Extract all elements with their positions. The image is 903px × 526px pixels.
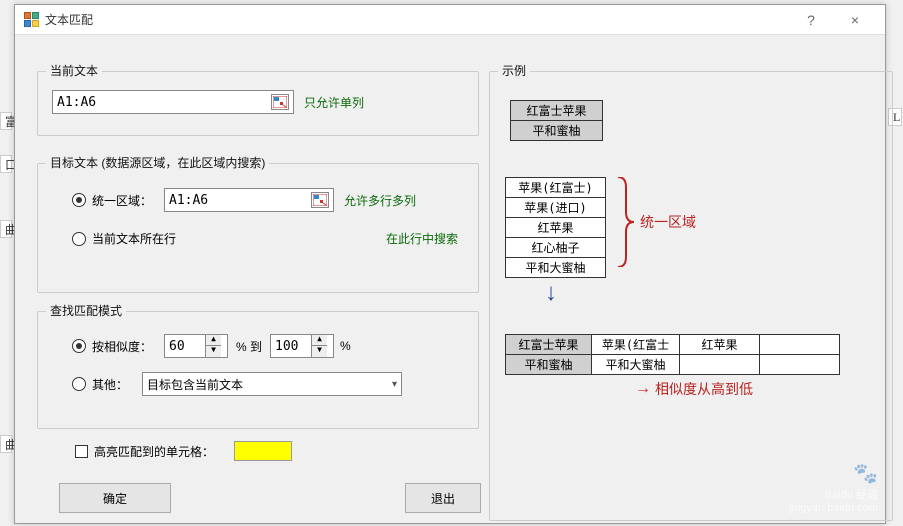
table-cell	[760, 335, 840, 355]
spin-down-icon[interactable]: ▼	[206, 346, 221, 357]
range-picker-icon[interactable]	[311, 192, 329, 208]
current-hint: 只允许单列	[304, 94, 364, 111]
current-range-input[interactable]: A1:A6	[52, 90, 294, 114]
example-top-table: 红富士苹果 平和蜜柚	[510, 100, 603, 141]
window-title: 文本匹配	[45, 11, 789, 28]
chevron-down-icon: ▾	[392, 379, 397, 390]
paw-icon: 🐾	[789, 461, 878, 486]
percent-label: %	[340, 339, 351, 353]
exit-button[interactable]: 退出	[405, 483, 481, 513]
table-cell: 红心柚子	[506, 238, 606, 258]
brace-icon	[616, 177, 636, 267]
table-cell: 平和蜜柚	[506, 355, 592, 375]
radio-unified-region[interactable]	[72, 193, 86, 207]
sim-to-label: % 到	[236, 338, 262, 355]
watermark-brand: Baidu 经验	[789, 486, 878, 502]
similarity-arrow-label: 相似度从高到低	[655, 379, 753, 399]
table-cell: 平和大蜜柚	[592, 355, 680, 375]
similarity-arrow: → 相似度从高到低	[635, 379, 753, 399]
example-group: 示例 红富士苹果 平和蜜柚 苹果(红富士) 苹果(进口) 红苹果 红心柚子 平和…	[489, 71, 893, 521]
titlebar[interactable]: 文本匹配 ? ×	[15, 5, 885, 35]
table-cell: 红苹果	[506, 218, 606, 238]
highlight-color-swatch[interactable]	[234, 441, 292, 461]
range-picker-icon[interactable]	[271, 94, 289, 110]
help-button[interactable]: ?	[789, 6, 833, 34]
watermark: 🐾 Baidu 经验 jingyan.baidu.com	[789, 461, 878, 514]
table-cell: 红富士苹果	[506, 335, 592, 355]
arrow-down-icon: ↓	[545, 279, 557, 307]
spin-down-icon[interactable]: ▼	[312, 346, 327, 357]
example-mid-table: 苹果(红富士) 苹果(进口) 红苹果 红心柚子 平和大蜜柚	[505, 177, 606, 278]
unified-range-value: A1:A6	[169, 193, 208, 208]
table-cell: 苹果(红富士)	[506, 178, 606, 198]
ok-button[interactable]: 确定	[59, 483, 171, 513]
radio-similarity[interactable]	[72, 339, 86, 353]
match-mode-group: 查找匹配模式 按相似度： ▲▼ % 到 ▲▼ % 其他： 目标	[37, 311, 479, 429]
similarity-to-input[interactable]	[271, 339, 311, 354]
other-mode-select[interactable]: 目标包含当前文本 ▾	[142, 372, 402, 396]
radio-other[interactable]	[72, 377, 86, 391]
app-icon	[23, 12, 39, 28]
text-match-dialog: 文本匹配 ? × 当前文本 A1:A6 只允许单列 目标文本 (数据源区域，在此…	[14, 4, 886, 524]
table-cell	[760, 355, 840, 375]
table-cell: 苹果(进口)	[506, 198, 606, 218]
match-mode-legend: 查找匹配模式	[46, 302, 126, 319]
brace-label: 统一区域	[640, 212, 696, 232]
highlight-label: 高亮匹配到的单元格：	[94, 443, 214, 460]
target-text-legend: 目标文本 (数据源区域，在此区域内搜索)	[46, 154, 269, 171]
dialog-content: 当前文本 A1:A6 只允许单列 目标文本 (数据源区域，在此区域内搜索) 统一…	[15, 35, 885, 523]
radio-current-row-label: 当前文本所在行	[92, 230, 176, 247]
close-button[interactable]: ×	[833, 6, 877, 34]
example-result-table: 红富士苹果 苹果(红富士 红苹果 平和蜜柚 平和大蜜柚	[505, 334, 840, 375]
highlight-row: 高亮匹配到的单元格：	[75, 441, 292, 461]
similarity-from-spinner[interactable]: ▲▼	[164, 334, 228, 358]
arrow-right-icon: →	[635, 380, 651, 398]
example-legend: 示例	[498, 62, 530, 79]
target-text-group: 目标文本 (数据源区域，在此区域内搜索) 统一区域： A1:A6 允许多行多列 …	[37, 163, 479, 293]
other-mode-value: 目标包含当前文本	[147, 376, 243, 393]
table-cell: 红富士苹果	[511, 101, 603, 121]
watermark-url: jingyan.baidu.com	[789, 502, 878, 514]
current-range-value: A1:A6	[57, 95, 96, 110]
similarity-to-spinner[interactable]: ▲▼	[270, 334, 334, 358]
table-cell: 红苹果	[680, 335, 760, 355]
similarity-from-input[interactable]	[165, 339, 205, 354]
highlight-checkbox[interactable]	[75, 445, 88, 458]
radio-unified-label: 统一区域：	[92, 192, 164, 209]
radio-current-row[interactable]	[72, 232, 86, 246]
row-search-hint: 在此行中搜索	[386, 230, 458, 247]
table-cell: 平和大蜜柚	[506, 258, 606, 278]
table-cell	[680, 355, 760, 375]
current-text-legend: 当前文本	[46, 62, 102, 79]
table-cell: 平和蜜柚	[511, 121, 603, 141]
radio-other-label: 其他：	[92, 376, 142, 393]
unified-hint: 允许多行多列	[344, 192, 416, 209]
current-text-group: 当前文本 A1:A6 只允许单列	[37, 71, 479, 136]
radio-similarity-label: 按相似度：	[92, 338, 164, 355]
unified-range-input[interactable]: A1:A6	[164, 188, 334, 212]
table-cell: 苹果(红富士	[592, 335, 680, 355]
